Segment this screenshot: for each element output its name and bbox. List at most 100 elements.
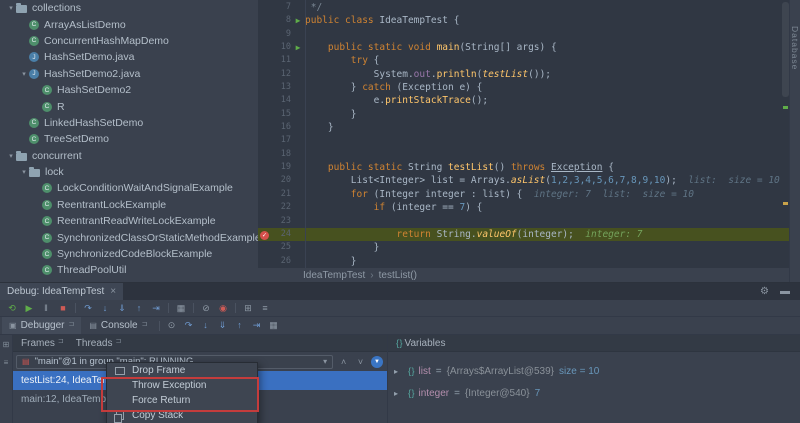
breakpoint-gutter[interactable] xyxy=(258,121,271,134)
grid-icon[interactable]: ⊞ xyxy=(240,303,256,314)
tree-item-concurrenthashmapdemo[interactable]: CConcurrentHashMapDemo xyxy=(0,33,258,49)
breakpoint-gutter[interactable] xyxy=(258,81,271,94)
tab-debugger[interactable]: ▣ Debugger ⊐ xyxy=(2,317,81,334)
menu-item-copy-stack[interactable]: Copy Stack xyxy=(107,408,257,423)
tree-item-hashsetdemo2[interactable]: CHashSetDemo2 xyxy=(0,82,258,98)
breakpoint-gutter[interactable] xyxy=(258,188,271,201)
breadcrumb-separator: › xyxy=(370,270,373,281)
tool-window-button-database[interactable]: Database xyxy=(790,26,800,70)
breakpoint-gutter[interactable] xyxy=(258,41,271,54)
hide-panel-icon[interactable]: ▬ xyxy=(780,286,790,297)
code-area[interactable]: 7 */8▶public class IdeaTempTest {910▶ pu… xyxy=(258,1,790,268)
breakpoint-gutter[interactable] xyxy=(258,108,271,121)
mute-breakpoints-icon[interactable]: ⊘ xyxy=(198,303,214,314)
menu-item-force-return[interactable]: Force Return xyxy=(107,393,257,408)
breakpoint-gutter[interactable] xyxy=(258,174,271,187)
breakpoint-gutter[interactable] xyxy=(258,1,271,14)
gutter-spacer xyxy=(291,174,305,187)
menu-icon[interactable]: ≡ xyxy=(4,358,9,367)
previous-frame-icon[interactable]: ˄ xyxy=(337,357,350,367)
editor-panel[interactable]: 7 */8▶public class IdeaTempTest {910▶ pu… xyxy=(258,0,790,282)
tree-item-lockconditionwaitandsignalexample[interactable]: CLockConditionWaitAndSignalExample xyxy=(0,180,258,196)
resume-icon[interactable]: ▶ xyxy=(21,303,37,314)
gutter-spacer xyxy=(291,148,305,161)
breakpoint-gutter[interactable] xyxy=(258,14,271,27)
breakpoint-gutter[interactable] xyxy=(258,241,271,254)
breakpoint-gutter[interactable] xyxy=(258,28,271,41)
gutter-spacer xyxy=(291,68,305,81)
scrollbar-thumb[interactable] xyxy=(782,2,789,97)
breakpoint-gutter[interactable] xyxy=(258,68,271,81)
expand-icon[interactable]: ▸ xyxy=(394,367,403,376)
step-out-icon[interactable]: ↑ xyxy=(232,320,248,331)
tree-item-threadpoolutil[interactable]: CThreadPoolUtil xyxy=(0,262,258,278)
tree-item-hashsetdemo-java[interactable]: JHashSetDemo.java xyxy=(0,49,258,65)
force-step-into-icon[interactable]: ⇓ xyxy=(215,320,231,331)
editor-scrollbar[interactable] xyxy=(782,2,789,264)
chevron-down-icon[interactable]: ▾ xyxy=(6,152,16,160)
breakpoint-gutter[interactable] xyxy=(258,255,271,268)
tree-item-r[interactable]: CR xyxy=(0,98,258,114)
expand-icon[interactable]: ▸ xyxy=(394,389,403,398)
next-frame-icon[interactable]: ˅ xyxy=(354,357,367,367)
breakpoint-gutter[interactable]: ✓ xyxy=(258,228,271,241)
tree-item-linkedhashsetdemo[interactable]: CLinkedHashSetDemo xyxy=(0,115,258,131)
chevron-down-icon[interactable]: ▾ xyxy=(19,70,29,78)
step-over-icon[interactable]: ↷ xyxy=(80,303,96,314)
variable-row-list[interactable]: ▸{ }list={Arrays$ArrayList@539}size = 10 xyxy=(388,360,800,382)
tree-item-synchronizedclassorstaticmethodexample[interactable]: CSynchronizedClassOrStaticMethodExample xyxy=(0,229,258,245)
tree-item-hashsetdemo2-java[interactable]: ▾JHashSetDemo2.java xyxy=(0,66,258,82)
chevron-down-icon[interactable]: ▾ xyxy=(19,168,29,176)
breadcrumb-class[interactable]: IdeaTempTest xyxy=(303,270,365,281)
evaluate-icon[interactable]: ▦ xyxy=(266,320,282,331)
rerun-icon[interactable]: ⟲ xyxy=(4,303,20,314)
view-breakpoints-icon[interactable]: ◉ xyxy=(215,303,231,314)
breakpoint-icon[interactable]: ✓ xyxy=(260,231,269,240)
force-step-into-icon[interactable]: ⇓ xyxy=(114,303,130,314)
show-execution-point-icon[interactable]: ⊙ xyxy=(164,320,180,331)
breakpoint-gutter[interactable] xyxy=(258,54,271,67)
run-icon[interactable]: ▶ xyxy=(291,14,305,27)
step-into-icon[interactable]: ↓ xyxy=(97,303,113,313)
menu-item-drop-frame[interactable]: Drop Frame xyxy=(107,363,257,378)
grid-icon[interactable]: ⊞ xyxy=(3,340,10,349)
breakpoint-gutter[interactable] xyxy=(258,215,271,228)
step-over-icon[interactable]: ↷ xyxy=(181,320,197,331)
breakpoint-gutter[interactable] xyxy=(258,148,271,161)
code-line-26: 26 } xyxy=(258,255,790,268)
breakpoint-gutter[interactable] xyxy=(258,134,271,147)
tab-debug-ideatemptest[interactable]: Debug: IdeaTempTest × xyxy=(0,283,123,300)
run-to-cursor-icon[interactable]: ⇥ xyxy=(148,303,164,314)
stop-icon[interactable]: ■ xyxy=(55,303,71,313)
tab-frames[interactable]: Frames ⊐ xyxy=(21,338,64,349)
tree-item-lock[interactable]: ▾lock xyxy=(0,164,258,180)
breakpoint-gutter[interactable] xyxy=(258,201,271,214)
evaluate-icon[interactable]: ▦ xyxy=(173,303,189,314)
tree-item-synchronizedcodeblockexample[interactable]: CSynchronizedCodeBlockExample xyxy=(0,246,258,262)
variable-row-integer[interactable]: ▸{ }integer={Integer@540}7 xyxy=(388,382,800,404)
pause-icon[interactable]: ‖ xyxy=(38,303,54,313)
tree-item-reentrantreadwritelockexample[interactable]: CReentrantReadWriteLockExample xyxy=(0,213,258,229)
gear-icon[interactable]: ⚙ xyxy=(760,286,769,297)
breakpoint-gutter[interactable] xyxy=(258,94,271,107)
breakpoint-gutter[interactable] xyxy=(258,161,271,174)
close-icon[interactable]: × xyxy=(110,286,116,297)
run-icon[interactable]: ▶ xyxy=(291,41,305,54)
tree-item-treesetdemo[interactable]: CTreeSetDemo xyxy=(0,131,258,147)
tab-threads[interactable]: Threads ⊐ xyxy=(76,338,122,349)
menu-item-throw-exception[interactable]: Throw Exception xyxy=(107,378,257,393)
left-mini-toolbar: ⊞≡ xyxy=(0,335,13,423)
tree-item-reentrantlockexample[interactable]: CReentrantLockExample xyxy=(0,197,258,213)
tree-item-concurrent[interactable]: ▾concurrent xyxy=(0,148,258,164)
chevron-down-icon[interactable]: ▾ xyxy=(6,4,16,12)
tree-item-collections[interactable]: ▾collections xyxy=(0,0,258,16)
step-into-icon[interactable]: ↓ xyxy=(198,320,214,331)
breadcrumb-method[interactable]: testList() xyxy=(379,270,417,281)
step-out-icon[interactable]: ↑ xyxy=(131,303,147,313)
menu-icon[interactable]: ≡ xyxy=(257,303,273,313)
run-to-cursor-icon[interactable]: ⇥ xyxy=(249,320,265,331)
tree-item-arrayaslistdemo[interactable]: CArrayAsListDemo xyxy=(0,16,258,32)
code-line-19: 19 public static String testList() throw… xyxy=(258,161,790,174)
tab-console[interactable]: ▤ Console ⊐ xyxy=(82,317,154,334)
thread-filter-icon[interactable]: ▼ xyxy=(371,356,383,368)
